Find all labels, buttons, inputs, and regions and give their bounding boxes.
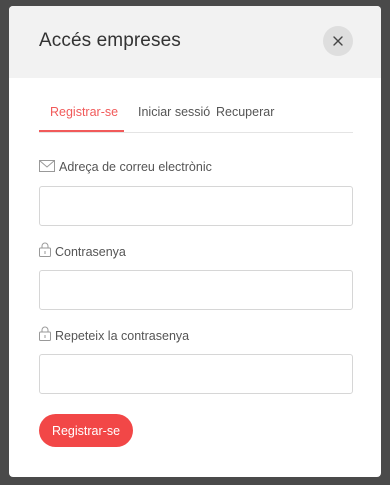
tab-bar: Registrar-se Iniciar sessió Recuperar <box>39 102 353 133</box>
repeat-password-field[interactable] <box>39 354 353 394</box>
envelope-icon <box>39 160 55 172</box>
close-icon <box>333 36 343 46</box>
password-label: Contrasenya <box>55 245 126 259</box>
repeat-password-label-row: Repeteix la contrasenya <box>39 326 189 343</box>
email-label-row: Adreça de correu electrònic <box>39 160 212 174</box>
lock-icon <box>39 326 51 341</box>
tab-recover[interactable]: Recuperar <box>213 102 274 132</box>
email-field[interactable] <box>39 186 353 226</box>
password-label-row: Contrasenya <box>39 242 126 259</box>
register-modal: Accés empreses Registrar-se Iniciar sess… <box>9 6 381 477</box>
lock-icon <box>39 242 51 257</box>
repeat-password-label: Repeteix la contrasenya <box>55 329 190 343</box>
tab-login[interactable]: Iniciar sessió <box>124 102 213 132</box>
password-field[interactable] <box>39 270 353 310</box>
tab-register[interactable]: Registrar-se <box>39 102 124 132</box>
modal-title: Accés empreses <box>39 30 181 51</box>
close-button[interactable] <box>323 26 353 56</box>
modal-header: Accés empreses <box>9 6 381 78</box>
register-submit-button[interactable]: Registrar-se <box>39 414 133 447</box>
email-label: Adreça de correu electrònic <box>59 160 212 174</box>
